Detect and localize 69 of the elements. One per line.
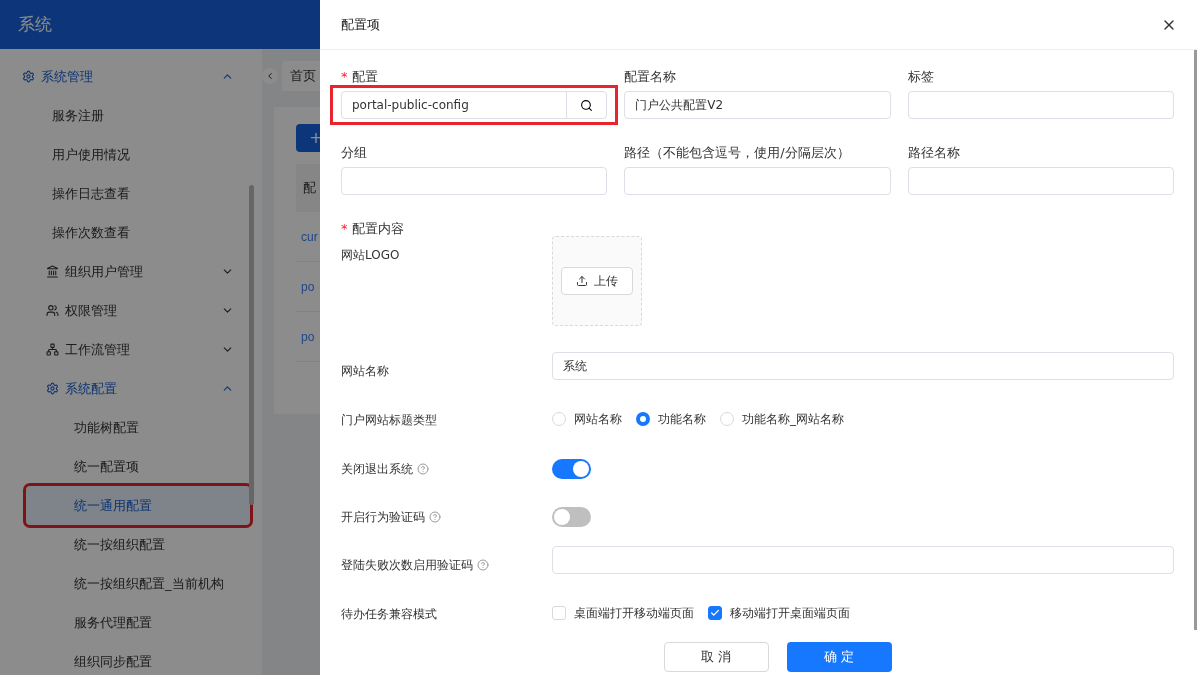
radio-button[interactable] bbox=[636, 412, 650, 426]
setting-label: 登陆失败次数启用验证码 bbox=[341, 557, 473, 574]
help-icon[interactable] bbox=[417, 463, 429, 475]
setting-label: 门户网站标题类型 bbox=[341, 412, 437, 429]
table-cell-text: cur bbox=[301, 228, 318, 246]
setting-label: 开启行为验证码 bbox=[341, 509, 425, 526]
field-label: 配置内容 bbox=[351, 220, 404, 239]
checkbox-option[interactable]: 移动端打开桌面端页面 bbox=[708, 604, 850, 622]
bank-icon bbox=[46, 265, 59, 278]
cancel-button[interactable]: 取 消 bbox=[663, 642, 769, 672]
menu-item[interactable]: 统一按组织配置 bbox=[26, 525, 250, 564]
menu-item[interactable]: 组织同步配置 bbox=[26, 642, 250, 675]
hierarchy-icon bbox=[46, 343, 59, 356]
input-field[interactable]: 系统 bbox=[552, 352, 1174, 380]
setting-label: 网站LOGO bbox=[341, 247, 400, 264]
menu-item[interactable]: 统一按组织配置_当前机构 bbox=[26, 564, 250, 603]
field-label: 标签 bbox=[907, 68, 934, 87]
chevron-left-icon bbox=[265, 71, 275, 81]
upload-button[interactable]: 上传 bbox=[561, 267, 633, 295]
setting-label: 网站名称 bbox=[341, 363, 389, 380]
menu-item[interactable]: 功能树配置 bbox=[26, 408, 250, 447]
field-label: 配置名称 bbox=[624, 68, 677, 87]
drawer-title: 配置项 bbox=[341, 15, 380, 34]
toggle-switch[interactable] bbox=[552, 459, 591, 479]
help-icon[interactable] bbox=[477, 559, 489, 571]
input-field[interactable] bbox=[341, 167, 608, 195]
menu-item[interactable]: 服务代理配置 bbox=[26, 603, 250, 642]
required-mark: * bbox=[341, 220, 348, 239]
check-icon bbox=[710, 608, 720, 618]
field-label: 分组 bbox=[341, 144, 367, 163]
checkbox-option[interactable]: 桌面端打开移动端页面 bbox=[552, 604, 694, 622]
input-field[interactable] bbox=[552, 546, 1174, 574]
gear-icon bbox=[22, 70, 35, 83]
menu-item[interactable]: 操作日志查看 bbox=[52, 174, 262, 213]
field-label: 路径名称 bbox=[907, 144, 960, 163]
menu-item[interactable]: 操作次数查看 bbox=[52, 213, 262, 252]
gear-icon bbox=[46, 382, 59, 395]
required-mark: * bbox=[341, 68, 348, 87]
input-field[interactable] bbox=[907, 167, 1174, 195]
help-icon[interactable] bbox=[429, 511, 441, 523]
menu-item[interactable]: 服务注册 bbox=[52, 96, 262, 135]
upload-icon bbox=[576, 275, 588, 287]
users-icon bbox=[46, 304, 59, 317]
menu-item[interactable]: 统一通用配置 bbox=[26, 486, 250, 525]
search-field[interactable]: portal-public-config bbox=[341, 91, 608, 119]
confirm-button[interactable]: 确 定 bbox=[786, 642, 892, 672]
column-header: 配 bbox=[303, 179, 316, 198]
collapse-button[interactable] bbox=[262, 68, 278, 84]
menu-group[interactable]: 系统管理 bbox=[0, 57, 262, 96]
menu-item[interactable]: 统一配置项 bbox=[26, 447, 250, 486]
input-field[interactable]: 门户公共配置V2 bbox=[624, 91, 891, 119]
toggle-switch[interactable] bbox=[552, 507, 591, 527]
field-value: portal-public-config bbox=[351, 97, 470, 114]
checkbox[interactable] bbox=[708, 606, 722, 620]
search-icon bbox=[580, 98, 594, 112]
radio-option[interactable]: 功能名称_网站名称 bbox=[720, 410, 844, 428]
radio-option[interactable]: 功能名称 bbox=[636, 410, 706, 428]
radio-option[interactable]: 网站名称 bbox=[552, 410, 622, 428]
setting-label: 待办任务兼容模式 bbox=[341, 606, 437, 623]
table-cell-text: po bbox=[301, 278, 315, 296]
upload-area[interactable]: 上传 bbox=[552, 236, 642, 326]
field-label: 路径（不能包含逗号，使用/分隔层次） bbox=[624, 144, 850, 163]
field-label: 配置 bbox=[351, 68, 378, 87]
menu-item[interactable]: 用户使用情况 bbox=[52, 135, 262, 174]
app-title: 系统 bbox=[18, 12, 52, 36]
table-cell-text: po bbox=[301, 328, 315, 346]
input-field[interactable] bbox=[907, 91, 1174, 119]
input-field[interactable] bbox=[624, 167, 891, 195]
setting-label: 关闭退出系统 bbox=[341, 461, 413, 478]
